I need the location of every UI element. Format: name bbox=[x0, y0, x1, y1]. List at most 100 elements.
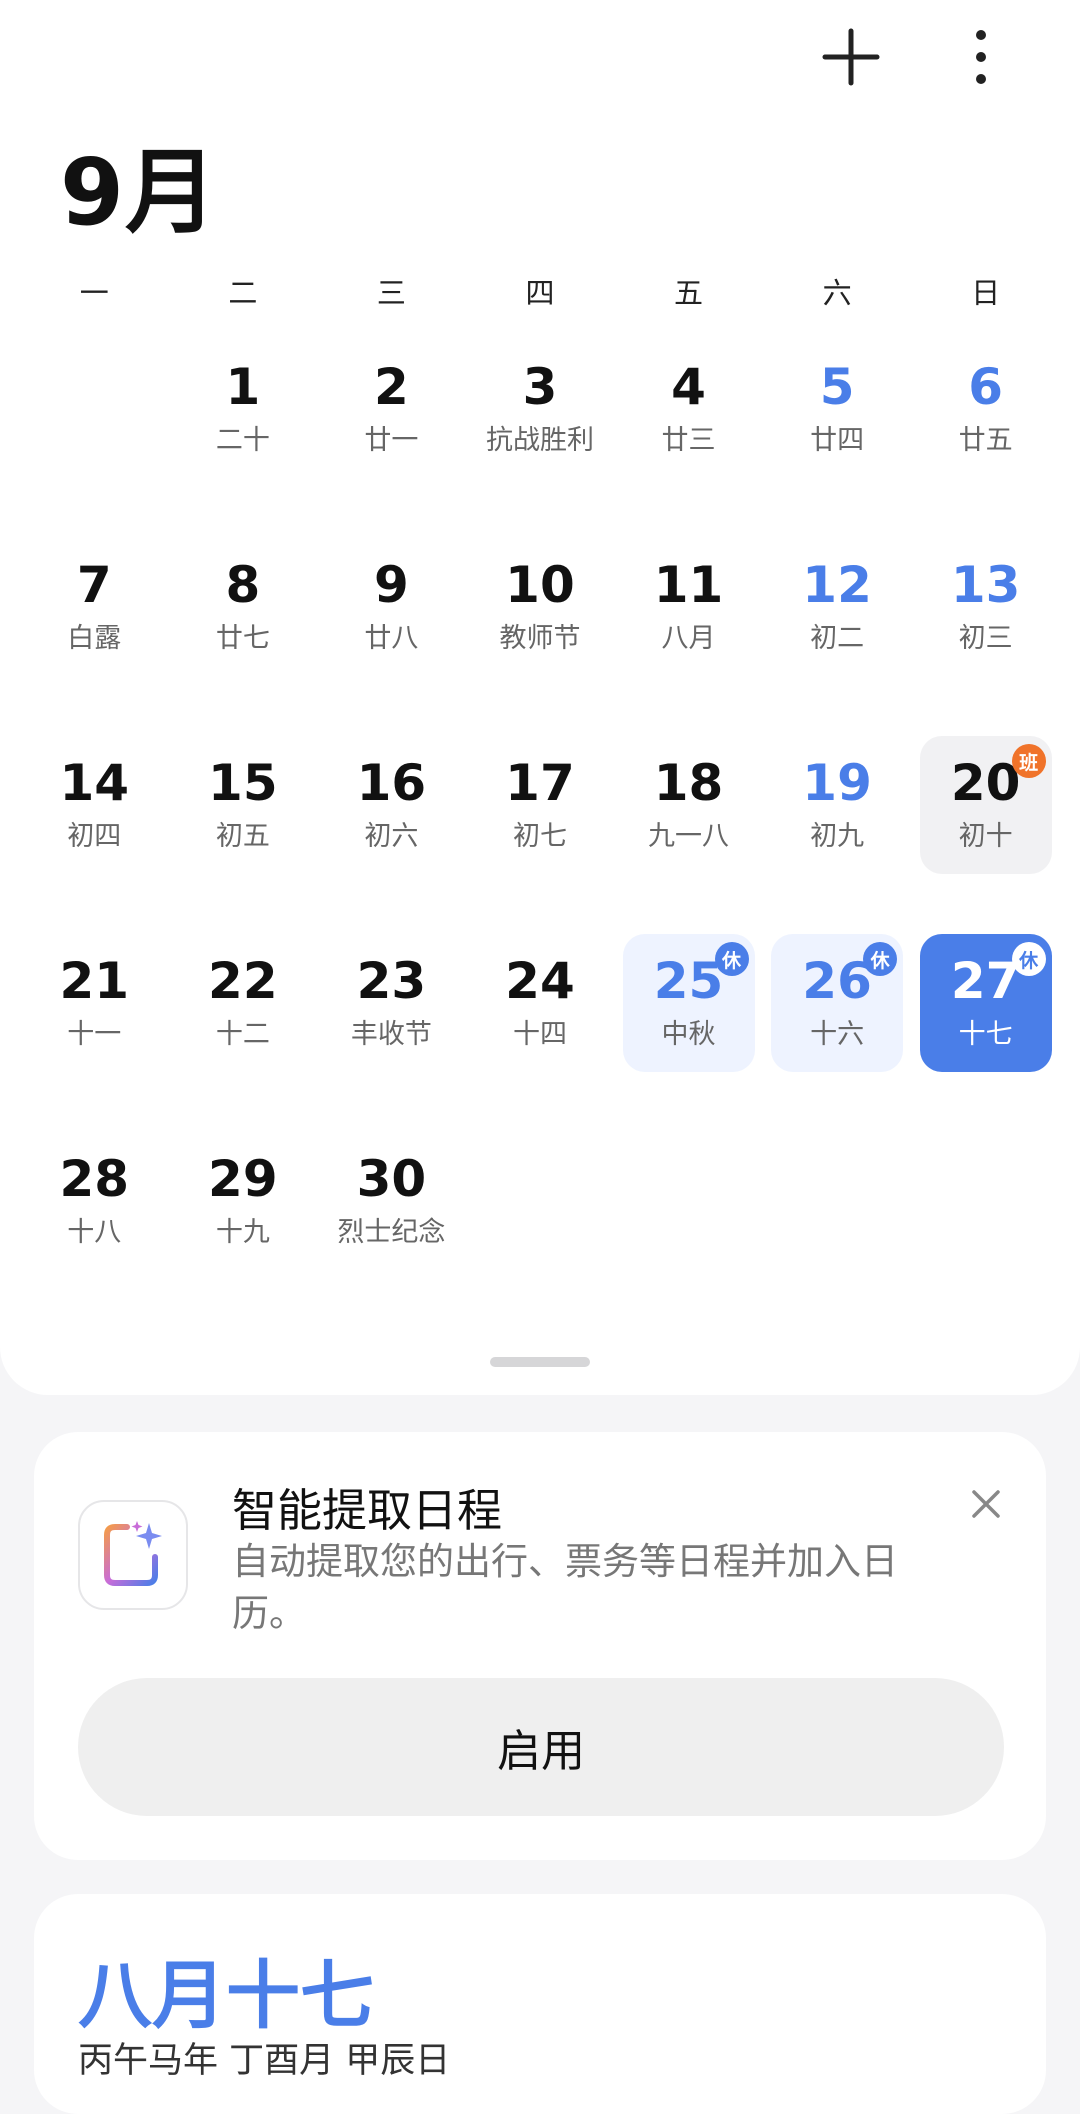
lunar-label: 十七 bbox=[958, 1018, 1013, 1050]
calendar-month-panel: 9月 一 二 三 四 五 六 日 1 二十 2 廿一 3 抗战胜利 4 廿三 5 廿四 6 廿五 7 白露… bbox=[0, 0, 1080, 1395]
smart-schedule-card: 智能提取日程 自动提取您的出行、票务等日程并加入日历。 启用 bbox=[34, 1432, 1046, 1860]
day-number: 7 bbox=[76, 556, 112, 615]
day-cell[interactable]: 9 廿八 bbox=[317, 538, 466, 736]
day-number: 6 bbox=[968, 358, 1004, 417]
day-number: 26 bbox=[802, 952, 872, 1011]
plus-icon bbox=[822, 28, 880, 86]
day-cell[interactable]: 15 初五 bbox=[169, 736, 318, 934]
lunar-label: 廿八 bbox=[364, 622, 419, 654]
enable-button[interactable]: 启用 bbox=[78, 1678, 1004, 1816]
holiday-badge: 休 bbox=[863, 942, 898, 976]
close-icon bbox=[972, 1490, 1000, 1518]
day-cell[interactable]: 17 初七 bbox=[466, 736, 615, 934]
day-cell-content: 25 中秋 休 bbox=[622, 934, 755, 1072]
day-cell-content: 23 丰收节 bbox=[325, 934, 457, 1072]
day-cell[interactable]: 21 十一 bbox=[20, 934, 169, 1132]
empty-day-cell bbox=[614, 1132, 763, 1330]
empty-day-cell bbox=[20, 340, 169, 538]
day-cell[interactable]: 24 十四 bbox=[466, 934, 615, 1132]
day-cell[interactable]: 18 九一八 bbox=[614, 736, 763, 934]
close-button[interactable] bbox=[956, 1474, 1016, 1534]
empty-day-cell bbox=[466, 1132, 615, 1330]
lunar-label: 十四 bbox=[512, 1018, 567, 1050]
day-cell[interactable]: 26 十六 休 bbox=[763, 934, 912, 1132]
day-number: 20 bbox=[950, 754, 1021, 813]
day-cell[interactable]: 22 十二 bbox=[169, 934, 318, 1132]
day-cell-content: 13 初三 bbox=[920, 538, 1052, 676]
lunar-date: 八月十七 bbox=[78, 1953, 374, 2039]
day-number: 12 bbox=[802, 556, 872, 615]
day-cell-content: 2 廿一 bbox=[325, 340, 457, 478]
lunar-label: 十六 bbox=[810, 1018, 865, 1050]
lunar-label: 廿一 bbox=[364, 424, 419, 456]
add-event-button[interactable] bbox=[806, 12, 896, 102]
day-number: 1 bbox=[225, 358, 261, 417]
day-cell-content: 14 初四 bbox=[28, 736, 160, 874]
day-cell-content: 18 九一八 bbox=[623, 736, 755, 874]
day-cell[interactable]: 8 廿七 bbox=[169, 538, 318, 736]
weekday-label: 六 bbox=[822, 276, 852, 310]
day-cell-content: 20 初十 班 bbox=[919, 736, 1052, 874]
day-cell[interactable]: 19 初九 bbox=[763, 736, 912, 934]
day-cell[interactable]: 4 廿三 bbox=[614, 340, 763, 538]
smart-schedule-icon bbox=[78, 1500, 188, 1610]
day-cell-content: 26 十六 休 bbox=[771, 934, 904, 1072]
day-cell[interactable]: 20 初十 班 bbox=[911, 736, 1060, 934]
week-row: 21 十一 22 十二 23 丰收节 24 十四 25 中秋休 26 十六休 27 十七休 bbox=[20, 934, 1060, 1132]
lunar-info-card[interactable]: 八月十七 丙午马年 丁酉月 甲辰日 bbox=[34, 1894, 1046, 2114]
day-cell[interactable]: 1 二十 bbox=[169, 340, 318, 538]
day-cell-content: 21 十一 bbox=[28, 934, 160, 1072]
lunar-label: 初二 bbox=[810, 622, 865, 654]
lunar-label: 廿三 bbox=[661, 424, 716, 456]
day-cell-content: 15 初五 bbox=[177, 736, 309, 874]
holiday-badge: 休 bbox=[714, 942, 749, 976]
day-cell-content: 30 烈士纪念 bbox=[325, 1132, 457, 1270]
day-number: 11 bbox=[653, 556, 724, 615]
day-cell[interactable]: 3 抗战胜利 bbox=[466, 340, 615, 538]
lunar-label: 初十 bbox=[958, 820, 1013, 852]
lunar-label: 廿四 bbox=[810, 424, 865, 456]
day-cell-selected[interactable]: 27 十七 休 bbox=[911, 934, 1060, 1132]
lunar-label: 中秋 bbox=[661, 1018, 716, 1050]
day-cell[interactable]: 10 教师节 bbox=[466, 538, 615, 736]
day-cell[interactable]: 5 廿四 bbox=[763, 340, 912, 538]
day-number: 14 bbox=[59, 754, 130, 813]
day-cell[interactable]: 7 白露 bbox=[20, 538, 169, 736]
day-number: 2 bbox=[374, 358, 409, 417]
lunar-label: 初九 bbox=[810, 820, 865, 852]
day-cell[interactable]: 23 丰收节 bbox=[317, 934, 466, 1132]
day-cell[interactable]: 29 十九 bbox=[169, 1132, 318, 1330]
day-cell[interactable]: 6 廿五 bbox=[911, 340, 1060, 538]
day-number: 19 bbox=[802, 754, 872, 813]
day-cell[interactable]: 11 八月 bbox=[614, 538, 763, 736]
lunar-label: 十一 bbox=[67, 1018, 122, 1050]
day-cell-content: 19 初九 bbox=[771, 736, 903, 874]
day-number: 5 bbox=[819, 358, 855, 417]
day-cell[interactable]: 30 烈士纪念 bbox=[317, 1132, 466, 1330]
day-cell-content: 5 廿四 bbox=[771, 340, 903, 478]
weekday-label: 四 bbox=[525, 276, 555, 310]
day-cell[interactable]: 16 初六 bbox=[317, 736, 466, 934]
lunar-label: 初五 bbox=[215, 820, 270, 852]
weekday-header: 一 二 三 四 五 六 日 bbox=[20, 270, 1060, 320]
day-cell[interactable]: 13 初三 bbox=[911, 538, 1060, 736]
lunar-label: 抗战胜利 bbox=[485, 424, 594, 456]
promo-description: 自动提取您的出行、票务等日程并加入日历。 bbox=[232, 1540, 898, 1635]
more-vertical-icon bbox=[976, 30, 986, 84]
lunar-label: 初四 bbox=[67, 820, 122, 852]
day-cell[interactable]: 25 中秋 休 bbox=[614, 934, 763, 1132]
more-options-button[interactable] bbox=[936, 12, 1026, 102]
day-cell[interactable]: 14 初四 bbox=[20, 736, 169, 934]
month-title[interactable]: 9月 bbox=[60, 118, 218, 251]
day-number: 4 bbox=[671, 358, 706, 417]
day-cell-content: 17 初七 bbox=[474, 736, 606, 874]
day-cell[interactable]: 28 十八 bbox=[20, 1132, 169, 1330]
day-cell[interactable]: 12 初二 bbox=[763, 538, 912, 736]
day-number: 15 bbox=[208, 754, 278, 813]
lunar-label: 十二 bbox=[215, 1018, 270, 1050]
day-cell[interactable]: 2 廿一 bbox=[317, 340, 466, 538]
week-row: 1 二十 2 廿一 3 抗战胜利 4 廿三 5 廿四 6 廿五 bbox=[20, 340, 1060, 538]
drag-handle[interactable] bbox=[490, 1357, 590, 1367]
weekday-label: 三 bbox=[376, 276, 406, 310]
lunar-label: 初六 bbox=[364, 820, 419, 852]
